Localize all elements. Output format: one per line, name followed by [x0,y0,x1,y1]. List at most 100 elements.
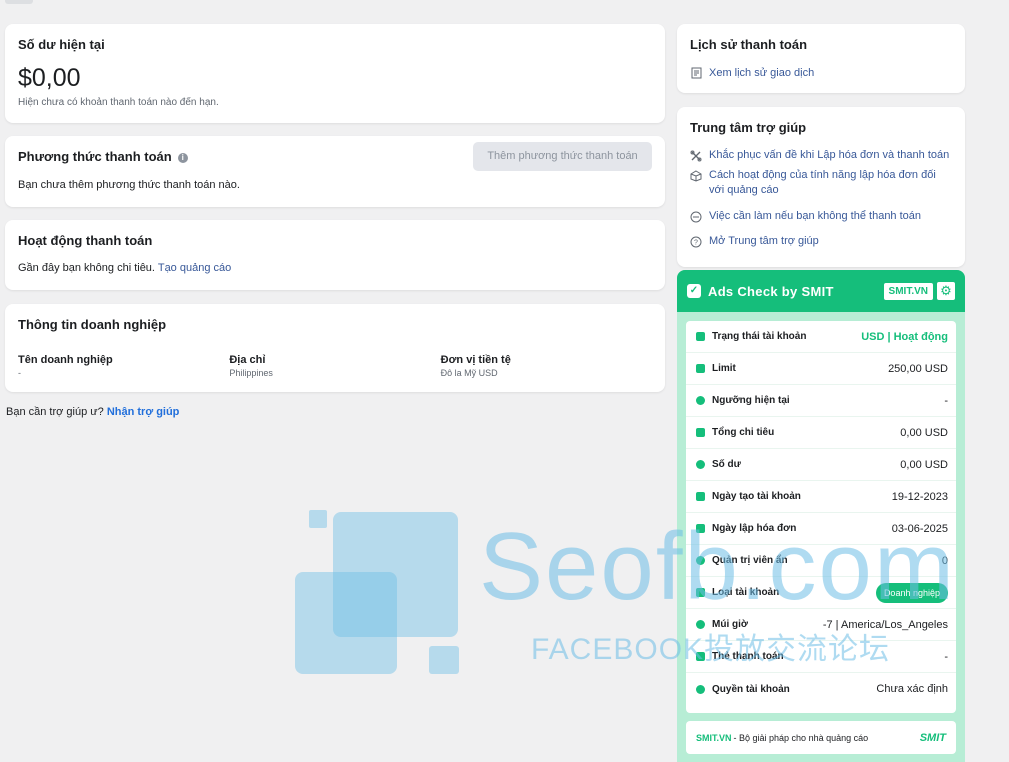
ads-row-label: Limit [712,363,736,374]
ads-row: Ngưỡng hiện tại - [686,385,956,417]
ads-row: Quản trị viên ẩn 0 [686,545,956,577]
ads-row-value: Chưa xác định [876,683,948,695]
help-link-cannot-pay[interactable]: Việc cần làm nếu bạn không thể thanh toá… [709,209,921,224]
help-line-text: Bạn cần trợ giúp ư? [6,406,104,418]
payment-activity-card: Hoạt động thanh toán Gần đây bạn không c… [5,220,665,290]
ads-row-value: 0 [941,554,948,567]
watermark-square [429,646,459,674]
ads-row-value: - [944,650,948,663]
ads-row-value: 0,00 USD [900,426,948,439]
business-col-label: Tên doanh nghiệp [18,354,113,366]
ads-row: Loại tài khoản Doanh nghiệp [686,577,956,609]
get-help-link[interactable]: Nhận trợ giúp [107,406,180,418]
view-transactions-link[interactable]: Xem lịch sử giao dịch [709,67,814,79]
status-icon [696,332,705,341]
create-ad-link[interactable]: Tạo quảng cáo [158,262,231,274]
balance-title: Số dư hiện tại [18,37,105,52]
ads-row: Tổng chi tiêu 0,00 USD [686,417,956,449]
ads-row-label: Ngày lập hóa đơn [712,523,797,534]
ads-check-header: ✓ Ads Check by SMIT SMIT.VN ⚙ [677,270,965,312]
business-info-card: Thông tin doanh nghiệp Tên doanh nghiệp … [5,304,665,392]
smit-logo-icon: SMIT [919,731,946,744]
ads-row: Limit 250,00 USD [686,353,956,385]
ads-check-panel: ✓ Ads Check by SMIT SMIT.VN ⚙ Trạng thái… [677,270,965,762]
business-col-value: Philippines [229,368,273,378]
ads-check-footer: SMIT.VN - Bộ giải pháp cho nhà quảng cáo… [686,721,956,754]
ads-check-title: Ads Check by SMIT [708,283,834,299]
watermark-square [295,572,397,674]
payment-method-title: Phương thức thanh toán [18,149,172,164]
account-type-icon [696,588,705,597]
ads-row-label: Trạng thái tài khoản [712,331,807,342]
business-info-columns: Tên doanh nghiệp - Địa chỉ Philippines Đ… [18,354,652,378]
help-link-row[interactable]: Cách hoạt động của tính năng lập hóa đơn… [690,168,952,198]
smit-badge[interactable]: SMIT.VN [883,282,933,300]
ads-row-value: 250,00 USD [888,362,948,375]
business-currency-col: Đơn vị tiền tệ Đô la Mỹ USD [441,354,652,378]
watermark-square [309,510,327,528]
business-address-col: Địa chỉ Philippines [229,354,440,378]
balance-card: Số dư hiện tại $0,00 Hiện chưa có khoản … [5,24,665,123]
calendar-icon [696,492,705,501]
account-type-pill: Doanh nghiệp [875,582,948,603]
payment-method-card: Phương thức thanh toán i Thêm phương thức… [5,136,665,207]
spend-icon [696,428,705,437]
add-payment-method-button[interactable]: Thêm phương thức thanh toán [473,142,652,171]
balance-subtext: Hiện chưa có khoản thanh toán nào đến hạ… [18,97,219,108]
ads-row-label: Số dư [712,459,741,470]
admin-icon [696,556,705,565]
question-circle-icon: ? [690,236,702,248]
ads-row: Quyền tài khoản Chưa xác định [686,673,956,705]
ads-row-value: 19-12-2023 [891,490,948,503]
business-col-label: Đơn vị tiền tệ [440,354,511,366]
business-col-value: - [18,368,21,378]
tools-icon [690,150,702,162]
receipt-icon [690,67,702,79]
gear-icon[interactable]: ⚙ [937,282,955,300]
ads-row: Số dư 0,00 USD [686,449,956,481]
ads-row-label: Loại tài khoản [712,587,780,598]
ads-row-label: Quyền tài khoản [712,683,790,695]
footer-tagline: - Bộ giải pháp cho nhà quảng cáo [733,732,869,743]
ads-row: Ngày lập hóa đơn 03-06-2025 [686,513,956,545]
payment-history-card: Lịch sử thanh toán Xem lịch sử giao dịch [677,24,965,93]
ads-row: Ngày tạo tài khoản 19-12-2023 [686,481,956,513]
balance-amount: $0,00 [18,64,81,92]
business-name-col: Tên doanh nghiệp - [18,354,229,378]
payment-activity-title: Hoạt động thanh toán [18,233,153,248]
ads-row-label: Múi giờ [712,619,748,630]
business-col-label: Địa chỉ [229,354,266,366]
footer-brand[interactable]: SMIT.VN [696,733,732,743]
payment-activity-desc: Gần đây bạn không chi tiêu. [18,262,155,274]
help-link-open-center[interactable]: Mở Trung tâm trợ giúp [709,234,819,249]
ads-row-value: 0,00 USD [900,458,948,471]
view-transactions-row[interactable]: Xem lịch sử giao dịch [690,67,952,79]
cubes-icon [690,170,702,182]
ads-row: Thẻ thanh toán - [686,641,956,673]
timezone-icon [696,620,705,629]
help-link-billing-issues[interactable]: Khắc phục vấn đề khi Lập hóa đơn và than… [709,148,949,163]
ads-row: Múi giờ -7 | America/Los_Angeles [686,609,956,641]
help-link-row[interactable]: Việc cần làm nếu bạn không thể thanh toá… [690,209,952,224]
ads-row-label: Thẻ thanh toán [712,651,784,662]
ads-row-value: USD | Hoạt động [861,330,948,343]
top-tab [5,0,33,4]
threshold-icon [696,396,705,405]
help-center-title: Trung tâm trợ giúp [690,120,807,135]
minus-circle-icon [690,211,702,223]
ads-row-value: - [944,394,948,407]
business-info-title: Thông tin doanh nghiệp [18,317,167,332]
watermark-square [333,512,458,637]
limit-icon [696,364,705,373]
help-link-how-billing-works[interactable]: Cách hoạt động của tính năng lập hóa đơn… [709,168,952,198]
ads-row-label: Tổng chi tiêu [712,427,775,438]
help-link-row[interactable]: ? Mở Trung tâm trợ giúp [690,234,952,249]
svg-text:?: ? [694,240,698,247]
ads-row-label: Ngưỡng hiện tại [712,395,790,406]
ads-row: Trạng thái tài khoản USD | Hoạt động [686,321,956,353]
card-icon [696,652,705,661]
info-icon[interactable]: i [177,153,188,163]
help-link-row[interactable]: Khắc phục vấn đề khi Lập hóa đơn và than… [690,148,952,163]
ads-row-label: Quản trị viên ẩn [712,555,788,566]
ads-row-value: 03-06-2025 [891,522,948,535]
